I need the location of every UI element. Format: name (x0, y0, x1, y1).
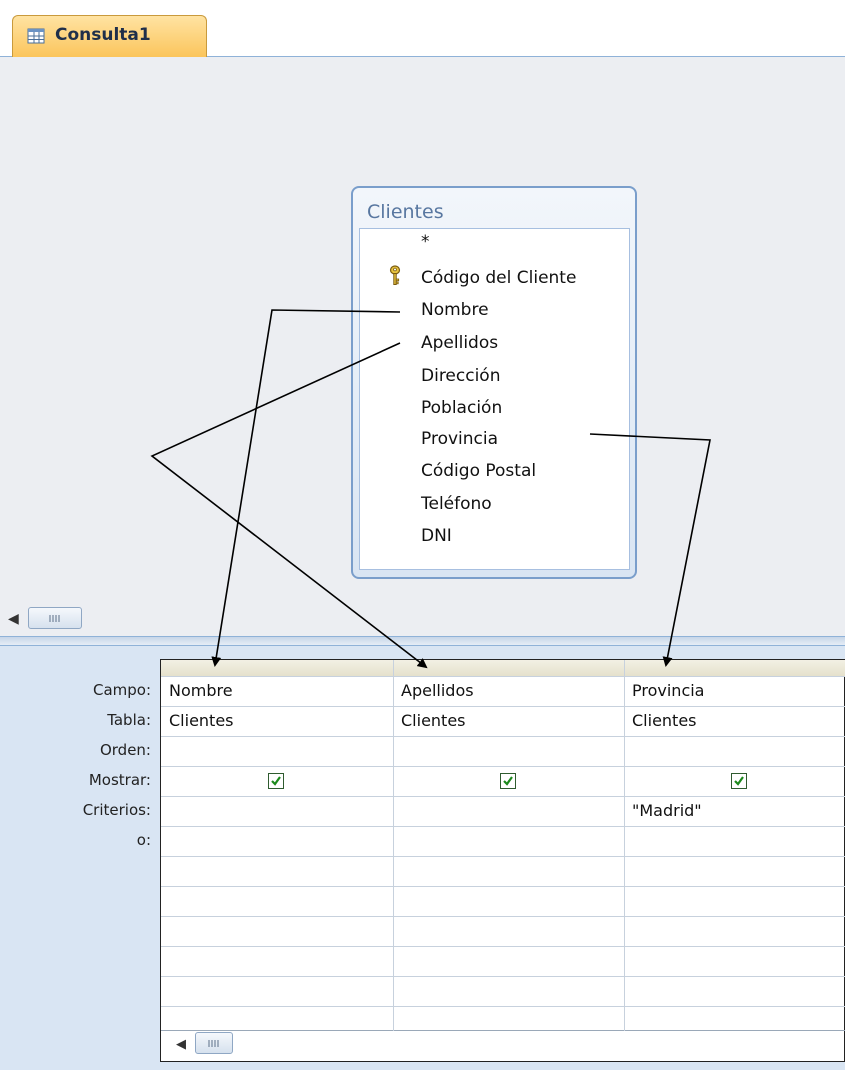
checkmark-icon (271, 776, 281, 786)
grid-line (161, 946, 845, 947)
design-horizontal-scrollbar[interactable] (0, 603, 845, 636)
grid-line (161, 676, 845, 677)
field-codigo-cliente[interactable]: Código del Cliente (421, 268, 576, 288)
table-title[interactable]: Clientes (367, 201, 444, 223)
cell-criterios-3[interactable]: "Madrid" (632, 801, 702, 820)
row-label-tabla: Tabla: (107, 711, 151, 729)
field-all[interactable]: * (421, 232, 430, 252)
grid-column-divider[interactable] (624, 660, 625, 1031)
tab-label: Consulta1 (55, 25, 151, 45)
field-direccion[interactable]: Dirección (421, 366, 500, 386)
grid-line (161, 766, 845, 767)
scroll-left-icon[interactable]: ◀ (8, 611, 19, 627)
grid-line (161, 1006, 845, 1007)
grid-column-divider[interactable] (393, 660, 394, 1031)
grid-line (161, 886, 845, 887)
grid-line (161, 826, 845, 827)
checkmark-icon (734, 776, 744, 786)
row-label-orden: Orden: (99, 741, 151, 759)
grid-line (161, 916, 845, 917)
grid-line (161, 1030, 845, 1031)
field-provincia[interactable]: Provincia (421, 429, 498, 449)
key-icon (389, 265, 401, 287)
cell-tabla-1[interactable]: Clientes (169, 711, 234, 730)
tab-consulta1[interactable]: Consulta1 (12, 15, 207, 57)
row-label-campo: Campo: (92, 681, 151, 699)
checkbox-mostrar-2[interactable] (500, 773, 516, 789)
field-codigo-postal[interactable]: Código Postal (421, 461, 536, 481)
grid-column-selectors[interactable] (161, 660, 845, 676)
field-dni[interactable]: DNI (421, 526, 452, 546)
grid-line (161, 736, 845, 737)
query-design-grid[interactable] (160, 659, 845, 1062)
checkbox-mostrar-1[interactable] (268, 773, 284, 789)
field-telefono[interactable]: Teléfono (421, 494, 492, 514)
checkmark-icon (503, 776, 513, 786)
cell-campo-1[interactable]: Nombre (169, 681, 233, 700)
row-label-mostrar: Mostrar: (88, 771, 151, 789)
cell-campo-2[interactable]: Apellidos (401, 681, 474, 700)
scroll-thumb[interactable] (28, 607, 82, 629)
row-label-criterios: Criterios: (82, 801, 151, 819)
grid-scroll-left-icon[interactable]: ◀ (176, 1037, 186, 1052)
grid-line (161, 796, 845, 797)
field-apellidos[interactable]: Apellidos (421, 333, 498, 353)
cell-campo-3[interactable]: Provincia (632, 681, 704, 700)
grid-line (161, 976, 845, 977)
query-icon (27, 27, 45, 45)
checkbox-mostrar-3[interactable] (731, 773, 747, 789)
grid-scroll-thumb[interactable] (195, 1032, 233, 1054)
row-label-o: o: (136, 831, 151, 849)
pane-splitter[interactable] (0, 636, 845, 646)
grid-line (161, 856, 845, 857)
cell-tabla-3[interactable]: Clientes (632, 711, 697, 730)
grid-line (161, 706, 845, 707)
field-nombre[interactable]: Nombre (421, 300, 489, 320)
cell-tabla-2[interactable]: Clientes (401, 711, 466, 730)
field-poblacion[interactable]: Población (421, 398, 502, 418)
